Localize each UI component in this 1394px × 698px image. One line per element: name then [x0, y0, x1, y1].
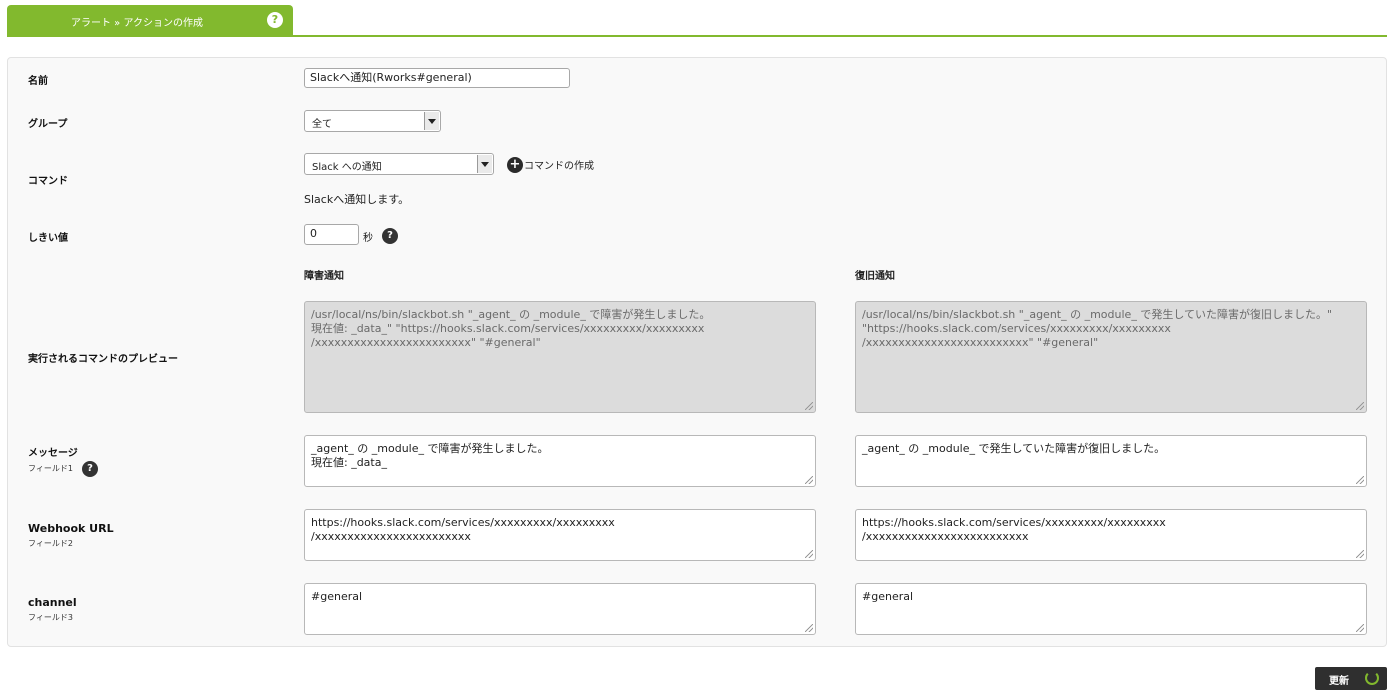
textarea-line: #general	[862, 590, 914, 603]
chevron-down-icon[interactable]	[477, 155, 492, 173]
failure-channel-textarea[interactable]: #general	[304, 583, 816, 635]
resize-grip-icon[interactable]	[805, 550, 813, 558]
name-label: 名前	[28, 76, 48, 87]
threshold-input[interactable]: 0	[304, 224, 359, 245]
chevron-down-icon[interactable]	[424, 112, 439, 130]
recovery-webhook-textarea[interactable]: https://hooks.slack.com/services/xxxxxxx…	[855, 509, 1367, 561]
create-command-link[interactable]: コマンドの作成	[524, 157, 594, 172]
group-label: グループ	[28, 119, 68, 130]
textarea-line: #general	[311, 590, 363, 603]
failure-message-textarea[interactable]: _agent_ の _module_ で障害が発生しました。 現在値: _dat…	[304, 435, 816, 487]
threshold-unit: 秒	[363, 233, 373, 244]
group-select[interactable]: 全て	[304, 110, 441, 132]
textarea-line: https://hooks.slack.com/services/xxxxxxx…	[311, 516, 615, 529]
recovery-message-textarea[interactable]: _agent_ の _module_ で発生していた障害が復旧しました。	[855, 435, 1367, 487]
header-tab: アラート » アクションの作成 ?	[7, 5, 293, 36]
textarea-line: _agent_ の _module_ で発生していた障害が復旧しました。	[862, 442, 1166, 455]
channel-label: channel	[28, 596, 77, 609]
preview-line: "https://hooks.slack.com/services/xxxxxx…	[862, 322, 1171, 335]
textarea-line: 現在値: _data_	[311, 456, 387, 469]
textarea-line: /xxxxxxxxxxxxxxxxxxxxxxxxx	[862, 530, 1029, 543]
preview-label: 実行されるコマンドのプレビュー	[28, 354, 178, 365]
command-label: コマンド	[28, 176, 68, 187]
message-field-label: フィールド1	[28, 464, 73, 473]
preview-line: /usr/local/ns/bin/slackbot.sh "_agent_ の…	[862, 308, 1333, 321]
textarea-line: _agent_ の _module_ で障害が発生しました。	[311, 442, 549, 455]
resize-grip-icon	[805, 402, 813, 410]
recovery-preview-textarea: /usr/local/ns/bin/slackbot.sh "_agent_ の…	[855, 301, 1367, 413]
resize-grip-icon[interactable]	[805, 476, 813, 484]
command-select[interactable]: Slack への通知	[304, 153, 494, 175]
threshold-label: しきい値	[28, 233, 68, 244]
failure-webhook-textarea[interactable]: https://hooks.slack.com/services/xxxxxxx…	[304, 509, 816, 561]
resize-grip-icon[interactable]	[1356, 476, 1364, 484]
update-button-label: 更新	[1329, 676, 1349, 687]
update-button[interactable]: 更新	[1315, 667, 1387, 690]
channel-field-label: フィールド3	[28, 613, 73, 622]
message-label: メッセージ	[28, 448, 78, 459]
group-select-value: 全て	[312, 119, 332, 130]
webhook-label: Webhook URL	[28, 522, 114, 535]
preview-line: /usr/local/ns/bin/slackbot.sh "_agent_ の…	[311, 308, 711, 321]
resize-grip-icon	[1356, 402, 1364, 410]
textarea-line: https://hooks.slack.com/services/xxxxxxx…	[862, 516, 1166, 529]
recovery-column-header: 復旧通知	[855, 271, 895, 282]
header-underline	[7, 35, 1387, 37]
help-icon[interactable]: ?	[267, 12, 283, 28]
help-icon[interactable]: ?	[382, 228, 398, 244]
resize-grip-icon[interactable]	[805, 624, 813, 632]
preview-line: 現在値: _data_" "https://hooks.slack.com/se…	[311, 322, 705, 335]
failure-preview-textarea: /usr/local/ns/bin/slackbot.sh "_agent_ の…	[304, 301, 816, 413]
failure-column-header: 障害通知	[304, 271, 344, 282]
refresh-icon	[1365, 671, 1379, 685]
resize-grip-icon[interactable]	[1356, 624, 1364, 632]
plus-icon[interactable]: +	[507, 157, 523, 173]
preview-line: /xxxxxxxxxxxxxxxxxxxxxxxxx" "#general"	[862, 336, 1099, 349]
resize-grip-icon[interactable]	[1356, 550, 1364, 558]
breadcrumb: アラート » アクションの作成	[71, 18, 203, 29]
help-icon[interactable]: ?	[82, 461, 98, 477]
recovery-channel-textarea[interactable]: #general	[855, 583, 1367, 635]
textarea-line: /xxxxxxxxxxxxxxxxxxxxxxxx	[311, 530, 471, 543]
name-input[interactable]: Slackへ通知(Rworks#general)	[304, 68, 570, 88]
command-description: Slackへ通知します。	[304, 193, 410, 206]
preview-line: /xxxxxxxxxxxxxxxxxxxxxxxx" "#general"	[311, 336, 541, 349]
webhook-field-label: フィールド2	[28, 539, 73, 548]
command-select-value: Slack への通知	[312, 162, 382, 173]
